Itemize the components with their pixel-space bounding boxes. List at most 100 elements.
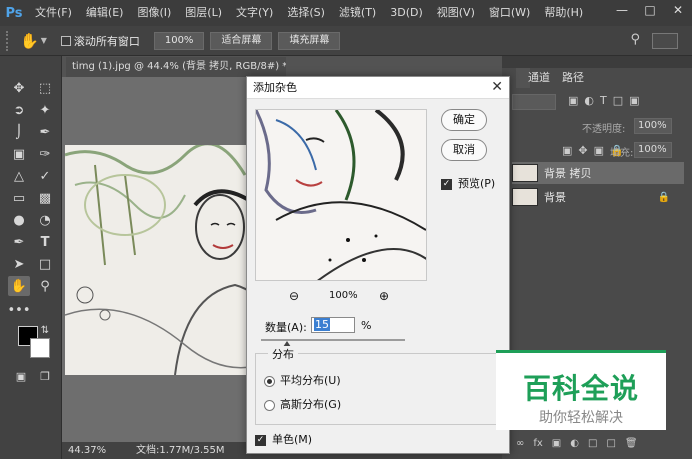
- menu-view[interactable]: 视图(V): [430, 0, 482, 26]
- lock-pixels-icon[interactable]: ▣: [562, 144, 572, 157]
- ok-button[interactable]: 确定: [441, 109, 487, 131]
- workspace-switcher[interactable]: [652, 33, 678, 49]
- marquee-tool-icon[interactable]: ⬚: [34, 78, 56, 98]
- cancel-button[interactable]: 取消: [441, 139, 487, 161]
- radio-selected-icon[interactable]: [264, 375, 275, 387]
- add-noise-dialog: 添加杂色 ✕ 确定 取消 ✓ 预览(P) ⊖ 100% ⊕ 数量(A): 15 …: [246, 76, 510, 454]
- zoom-tool-icon[interactable]: ⚲: [34, 276, 56, 296]
- screen-mode-icon[interactable]: ❐: [34, 366, 56, 386]
- menu-filter[interactable]: 滤镜(T): [332, 0, 383, 26]
- menu-file[interactable]: 文件(F): [28, 0, 79, 26]
- layer-row-background[interactable]: 背景 🔒: [512, 186, 684, 208]
- new-layer-icon[interactable]: □: [606, 438, 615, 449]
- document-tab[interactable]: timg (1).jpg @ 44.4% (背景 拷贝, RGB/8#) *: [66, 57, 286, 77]
- layer-filter-select[interactable]: [512, 94, 556, 110]
- checkbox-icon[interactable]: [60, 35, 71, 46]
- search-icon[interactable]: ⚲: [630, 32, 640, 47]
- document-size: 文档:1.77M/3.55M: [136, 445, 225, 456]
- minimize-icon[interactable]: —: [608, 0, 636, 20]
- more-tools-icon[interactable]: •••: [8, 300, 31, 320]
- swap-colors-icon[interactable]: ⇅: [34, 320, 56, 340]
- path-selection-tool-icon[interactable]: ➤: [8, 254, 30, 274]
- zoom-level[interactable]: 44.37%: [68, 442, 106, 459]
- menu-select[interactable]: 选择(S): [280, 0, 332, 26]
- background-color-swatch[interactable]: [30, 338, 50, 358]
- menu-layer[interactable]: 图层(L): [178, 0, 229, 26]
- blur-tool-icon[interactable]: ●: [8, 210, 30, 230]
- window-controls: — □ ✕: [608, 0, 692, 20]
- tab-channels[interactable]: 通道: [522, 68, 556, 88]
- fx-icon[interactable]: fx: [533, 438, 542, 449]
- fill-input[interactable]: 100%: [634, 142, 672, 158]
- lock-position-icon[interactable]: ✥: [578, 144, 587, 157]
- add-mask-icon[interactable]: ▣: [552, 438, 561, 449]
- fit-screen-button[interactable]: 适合屏幕: [210, 31, 273, 50]
- checkbox-checked-icon[interactable]: ✓: [255, 434, 266, 446]
- crop-tool-icon[interactable]: ⌡: [8, 122, 30, 142]
- eyedropper-tool-icon[interactable]: ✒: [34, 122, 56, 142]
- maximize-icon[interactable]: □: [636, 0, 664, 20]
- type-tool-icon[interactable]: T: [34, 232, 56, 252]
- shape-filter-icon[interactable]: □: [613, 94, 623, 107]
- delete-layer-icon[interactable]: 🗑: [625, 438, 638, 449]
- eraser-tool-icon[interactable]: ▭: [8, 188, 30, 208]
- move-tool-icon[interactable]: ✥: [8, 78, 30, 98]
- type-filter-icon[interactable]: T: [600, 94, 607, 107]
- zoom-100-button[interactable]: 100%: [153, 31, 205, 50]
- ps-logo: Ps: [5, 5, 23, 21]
- amount-input[interactable]: 15: [311, 317, 355, 333]
- magic-wand-tool-icon[interactable]: ✦: [34, 100, 56, 120]
- gaussian-label: 高斯分布(G): [280, 398, 342, 411]
- fill-screen-button[interactable]: 填充屏幕: [278, 31, 341, 50]
- lock-artboard-icon[interactable]: ▣: [594, 144, 604, 157]
- layer-row-background-copy[interactable]: 背景 拷贝: [512, 162, 684, 184]
- checkbox-checked-icon[interactable]: ✓: [441, 178, 452, 190]
- preview-label: 预览(P): [458, 177, 496, 190]
- layer-name: 背景 拷贝: [544, 167, 592, 180]
- tab-paths[interactable]: 路径: [556, 68, 590, 88]
- history-brush-tool-icon[interactable]: ✓: [34, 166, 56, 186]
- menu-3d[interactable]: 3D(D): [383, 0, 430, 26]
- gaussian-radio[interactable]: 高斯分布(G): [264, 396, 341, 412]
- gradient-tool-icon[interactable]: ▩: [34, 188, 56, 208]
- healing-brush-tool-icon[interactable]: ▣: [8, 144, 30, 164]
- chevron-down-icon[interactable]: ▼: [41, 36, 47, 45]
- menu-help[interactable]: 帮助(H): [537, 0, 590, 26]
- menu-edit[interactable]: 编辑(E): [79, 0, 131, 26]
- link-layers-icon[interactable]: ∞: [516, 438, 524, 449]
- image-filter-icon[interactable]: ▣: [568, 94, 578, 107]
- zoom-in-icon[interactable]: ⊕: [379, 289, 389, 303]
- close-icon[interactable]: ✕: [664, 0, 692, 20]
- quick-mask-icon[interactable]: ▣: [10, 366, 32, 386]
- preview-image: [256, 110, 426, 280]
- zoom-out-icon[interactable]: ⊖: [289, 289, 299, 303]
- filter-preview[interactable]: [255, 109, 427, 281]
- preview-checkbox[interactable]: ✓ 预览(P): [441, 175, 495, 191]
- uniform-radio[interactable]: 平均分布(U): [264, 372, 341, 388]
- grip-icon: [6, 30, 16, 51]
- close-icon[interactable]: ✕: [491, 79, 503, 95]
- opacity-input[interactable]: 100%: [634, 118, 672, 134]
- pen-tool-icon[interactable]: ✒: [8, 232, 30, 252]
- menu-image[interactable]: 图像(I): [130, 0, 178, 26]
- monochromatic-checkbox[interactable]: ✓ 单色(M): [255, 431, 312, 447]
- menu-type[interactable]: 文字(Y): [229, 0, 280, 26]
- smart-filter-icon[interactable]: ▣: [629, 94, 639, 107]
- scroll-all-windows-checkbox[interactable]: 滚动所有窗口: [60, 33, 140, 49]
- dodge-tool-icon[interactable]: ◔: [34, 210, 56, 230]
- hand-tool-icon[interactable]: ✋: [8, 276, 30, 296]
- brush-tool-icon[interactable]: ✑: [34, 144, 56, 164]
- scroll-all-label: 滚动所有窗口: [73, 34, 140, 48]
- lock-icon: 🔒: [657, 191, 670, 203]
- radio-icon[interactable]: [264, 399, 275, 411]
- lasso-tool-icon[interactable]: ➲: [8, 100, 30, 120]
- adjustment-layer-icon[interactable]: ◐: [570, 438, 579, 449]
- menu-window[interactable]: 窗口(W): [482, 0, 537, 26]
- clone-stamp-tool-icon[interactable]: △: [8, 166, 30, 186]
- layer-thumbnail: [512, 164, 538, 182]
- rectangle-tool-icon[interactable]: □: [34, 254, 56, 274]
- layer-thumbnail: [512, 188, 538, 206]
- adjustment-filter-icon[interactable]: ◐: [584, 94, 594, 107]
- watermark-title: 百科全说: [522, 372, 639, 405]
- new-group-icon[interactable]: □: [588, 438, 597, 449]
